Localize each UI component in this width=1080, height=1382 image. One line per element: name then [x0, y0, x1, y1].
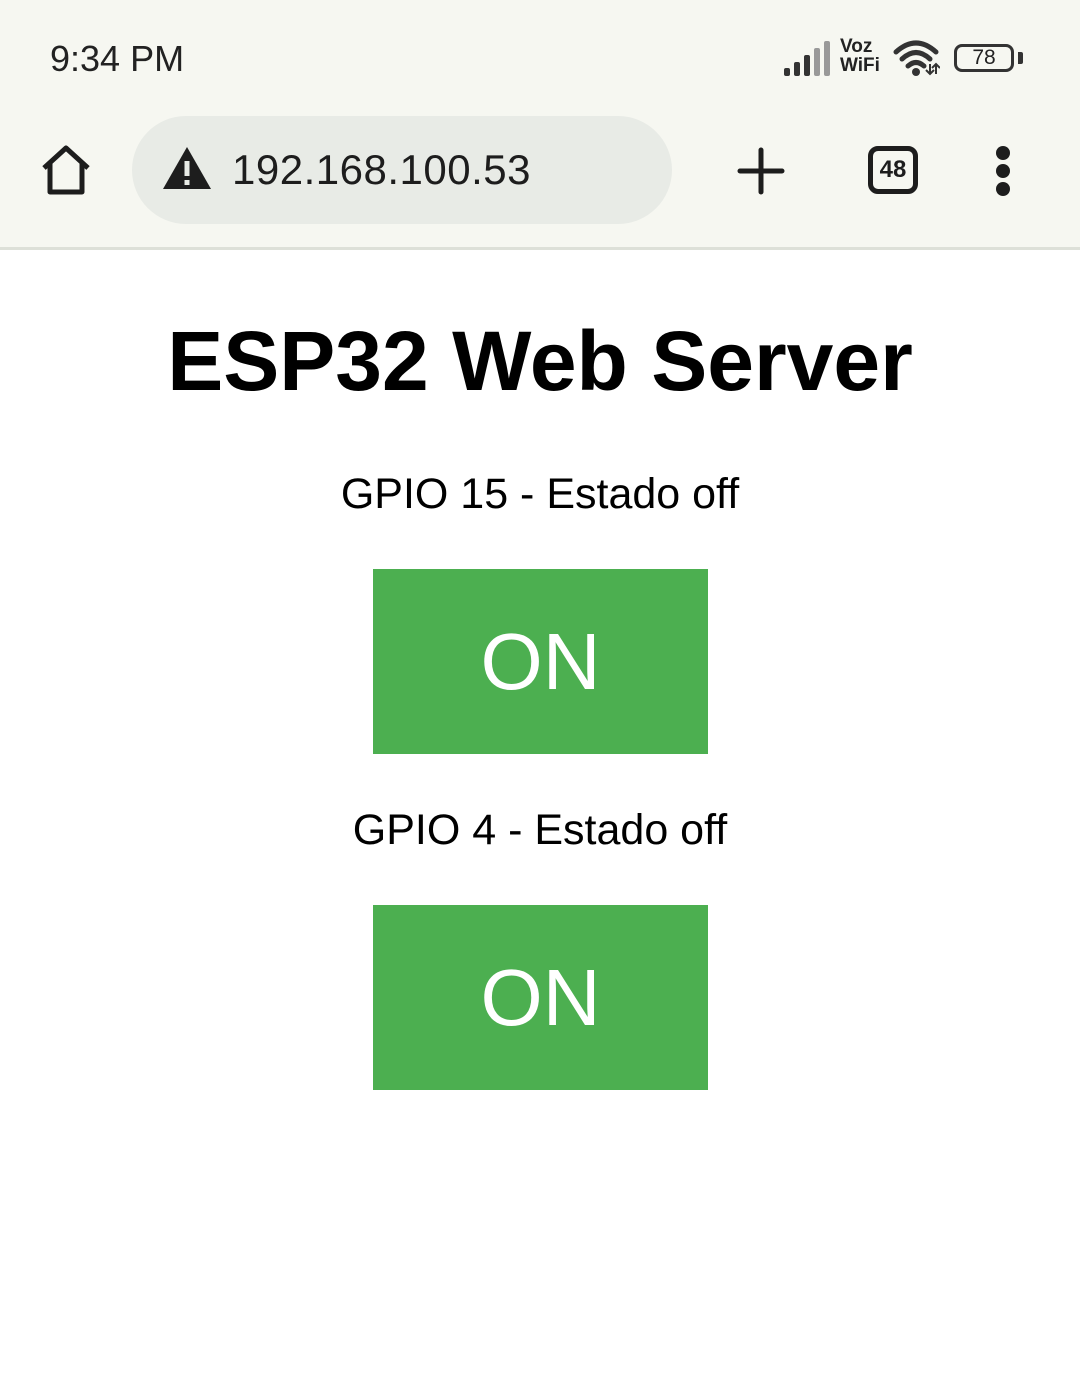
voz-wifi-label: Voz WiFi — [840, 37, 890, 75]
warning-icon[interactable] — [162, 145, 212, 191]
browser-chrome: 9:34 PM Voz WiFi 78 192.168.100.53 48 — [0, 0, 1080, 250]
signal-icon — [784, 41, 830, 76]
battery-indicator: 78 — [954, 44, 1014, 72]
address-bar[interactable]: 192.168.100.53 — [132, 116, 672, 224]
tabs-icon[interactable]: 48 — [868, 146, 918, 194]
menu-dot — [996, 182, 1010, 196]
page-title: ESP32 Web Server — [167, 314, 913, 408]
wifi-icon — [893, 40, 940, 76]
menu-dot — [996, 146, 1010, 160]
gpio-4-on-button[interactable]: ON — [373, 905, 708, 1090]
battery-tip — [1018, 52, 1023, 64]
menu-dot — [996, 164, 1010, 178]
gpio-4-status: GPIO 4 - Estado off — [352, 806, 728, 854]
voz-text: Voz — [840, 36, 873, 57]
more-vert-icon[interactable] — [990, 146, 1016, 196]
gpio-15-status: GPIO 15 - Estado off — [340, 470, 740, 518]
wifi-text: WiFi — [840, 55, 880, 76]
gpio-15-on-button[interactable]: ON — [373, 569, 708, 754]
home-icon[interactable] — [38, 142, 94, 198]
url-text[interactable]: 192.168.100.53 — [232, 146, 531, 194]
plus-icon[interactable] — [736, 146, 786, 196]
status-time: 9:34 PM — [50, 38, 185, 79]
